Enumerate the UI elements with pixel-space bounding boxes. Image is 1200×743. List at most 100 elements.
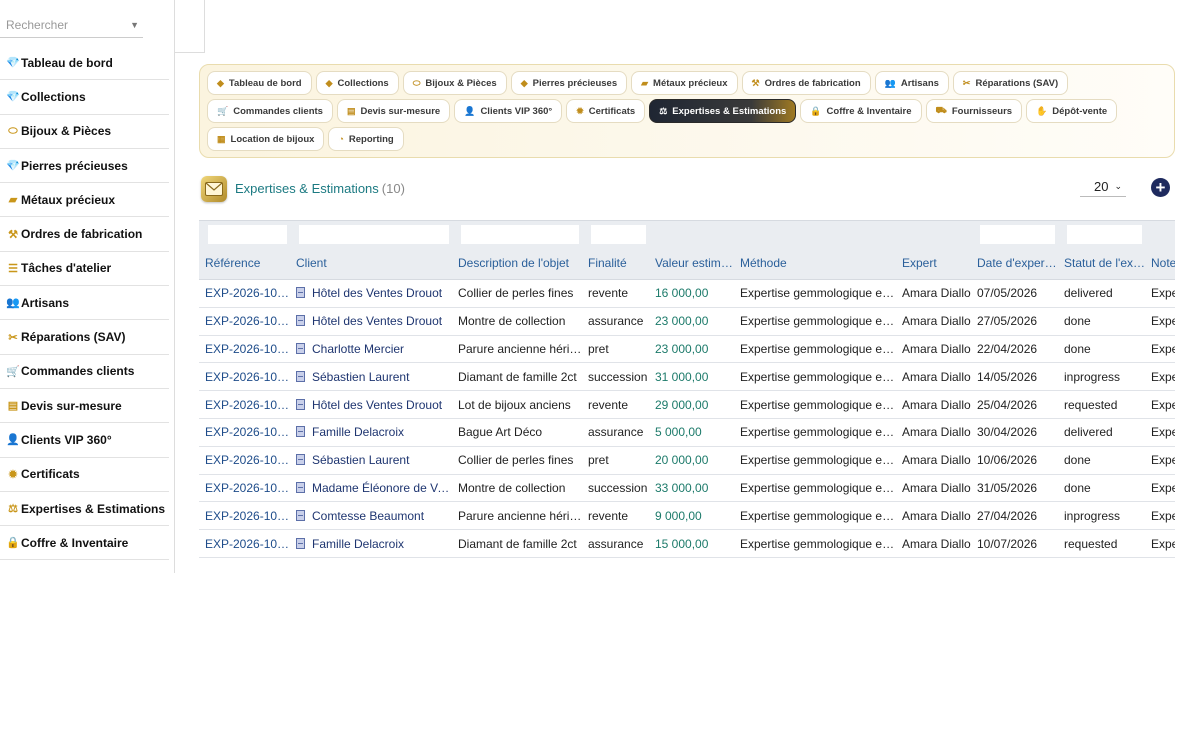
- column-header[interactable]: Client: [290, 247, 452, 280]
- table-row[interactable]: EXP-2026-1009 Hôtel des Ventes Drouot Mont…: [199, 307, 1175, 336]
- table-row[interactable]: EXP-2026-1008 Charlotte Mercier Parure anc…: [199, 335, 1175, 364]
- column-filter-input[interactable]: [980, 224, 1055, 244]
- column-header[interactable]: Date d'expertise: [971, 247, 1058, 280]
- tab-0-4[interactable]: ▰ Métaux précieux: [631, 71, 738, 95]
- search-input[interactable]: [0, 14, 120, 36]
- column-header[interactable]: Statut de l'expertise: [1058, 247, 1145, 280]
- filter-cell: [582, 220, 649, 248]
- client-name[interactable]: Sébastien Laurent: [312, 370, 409, 384]
- tab-1-7[interactable]: ✋ Dépôt-vente: [1026, 99, 1118, 123]
- column-header[interactable]: Finalité: [582, 247, 649, 280]
- table-cell[interactable]: Hôtel des Ventes Drouot: [290, 307, 452, 336]
- sidebar-item-11[interactable]: 👤 Clients VIP 360°: [0, 423, 169, 458]
- client-name[interactable]: Hôtel des Ventes Drouot: [312, 314, 442, 328]
- table-cell[interactable]: Sébastien Laurent: [290, 446, 452, 475]
- table-row[interactable]: EXP-2026-1006 Hôtel des Ventes Drouot Lot …: [199, 390, 1175, 419]
- sidebar-item-8[interactable]: ✂ Réparations (SAV): [0, 320, 169, 355]
- sidebar-item-10[interactable]: ▤ Devis sur-mesure: [0, 389, 169, 424]
- column-filter-input[interactable]: [299, 224, 449, 244]
- sidebar-item-9[interactable]: 🛒 Commandes clients: [0, 355, 169, 389]
- table-cell[interactable]: Famille Delacroix: [290, 418, 452, 447]
- chevron-down-icon[interactable]: ▼: [130, 20, 139, 30]
- table-cell[interactable]: EXP-2026-1008: [199, 335, 290, 364]
- tab-1-0[interactable]: 🛒 Commandes clients: [207, 99, 333, 123]
- tab-1-2[interactable]: 👤 Clients VIP 360°: [454, 99, 563, 123]
- tab-1-6[interactable]: ⛟ Fournisseurs: [925, 99, 1023, 123]
- client-name[interactable]: Madame Éléonore de Valois: [312, 481, 452, 495]
- table-cell[interactable]: Hôtel des Ventes Drouot: [290, 390, 452, 419]
- table-cell: done: [1058, 307, 1145, 336]
- table-cell[interactable]: Madame Éléonore de Valois: [290, 474, 452, 503]
- column-filter-input[interactable]: [461, 224, 579, 244]
- table-row[interactable]: EXP-2026-1007 Sébastien Laurent Diamant de…: [199, 362, 1175, 392]
- client-name[interactable]: Sébastien Laurent: [312, 453, 409, 467]
- tab-0-6[interactable]: 👥 Artisans: [874, 71, 949, 95]
- client-name[interactable]: Famille Delacroix: [312, 425, 404, 439]
- table-cell[interactable]: Hôtel des Ventes Drouot: [290, 279, 452, 308]
- table-cell[interactable]: EXP-2026-1003: [199, 474, 290, 503]
- tab-1-5[interactable]: 🔒 Coffre & Inventaire: [800, 99, 922, 123]
- table-cell[interactable]: Comtesse Beaumont: [290, 501, 452, 531]
- column-header[interactable]: Notes: [1145, 247, 1175, 280]
- table-cell[interactable]: Charlotte Mercier: [290, 335, 452, 364]
- sidebar-item-14[interactable]: 🔒 Coffre & Inventaire: [0, 526, 169, 561]
- sidebar-item-7[interactable]: 👥 Artisans: [0, 286, 169, 321]
- sidebar-item-13[interactable]: ⚖ Expertises & Estimations: [0, 492, 169, 527]
- search-box[interactable]: ▼: [0, 14, 143, 38]
- table-row[interactable]: EXP-2026-1003 Madame Éléonore de Valois Mo…: [199, 474, 1175, 503]
- sidebar-item-0[interactable]: 💎 Tableau de bord: [0, 46, 169, 81]
- tab-0-3[interactable]: ◆ Pierres précieuses: [510, 71, 628, 95]
- tab-1-4[interactable]: ⚖ Expertises & Estimations: [649, 99, 797, 123]
- table-row[interactable]: EXP-2026-1005 Famille Delacroix Bague Art …: [199, 418, 1175, 447]
- tab-1-1[interactable]: ▤ Devis sur-mesure: [336, 99, 451, 123]
- table-cell[interactable]: EXP-2026-1007: [199, 362, 290, 392]
- table-row[interactable]: EXP-2026-1010 Hôtel des Ventes Drouot Coll…: [199, 279, 1175, 308]
- column-header[interactable]: Valeur estimée: [649, 247, 734, 280]
- column-filter-input[interactable]: [1067, 224, 1142, 244]
- tab-2-0[interactable]: ▦ Location de bijoux: [207, 127, 325, 151]
- sidebar-item-6[interactable]: ☰ Tâches d'atelier: [0, 252, 169, 287]
- sidebar-item-4[interactable]: ▰ Métaux précieux: [0, 183, 169, 218]
- table-row[interactable]: EXP-2026-1004 Sébastien Laurent Collier de…: [199, 446, 1175, 475]
- tab-0-2[interactable]: ⬭ Bijoux & Pièces: [402, 71, 507, 95]
- sidebar-item-2[interactable]: ⬭ Bijoux & Pièces: [0, 115, 169, 149]
- table-cell[interactable]: EXP-2026-1006: [199, 390, 290, 419]
- client-name[interactable]: Famille Delacroix: [312, 537, 404, 551]
- tab-0-0[interactable]: ◆ Tableau de bord: [207, 71, 312, 95]
- column-header[interactable]: Expert: [896, 247, 971, 280]
- table-cell: Lot de bijoux anciens: [452, 390, 582, 419]
- column-header[interactable]: Description de l'objet: [452, 247, 582, 280]
- add-record-button[interactable]: +: [1151, 178, 1170, 197]
- table-cell[interactable]: EXP-2026-1004: [199, 446, 290, 475]
- tab-1-3[interactable]: ✹ Certificats: [566, 99, 646, 123]
- column-filter-input[interactable]: [591, 224, 646, 244]
- table-cell[interactable]: Famille Delacroix: [290, 529, 452, 558]
- table-cell[interactable]: EXP-2026-1002: [199, 501, 290, 531]
- sidebar-item-5[interactable]: ⚒ Ordres de fabrication: [0, 217, 169, 252]
- client-name[interactable]: Hôtel des Ventes Drouot: [312, 398, 442, 412]
- sidebar-item-3[interactable]: 💎 Pierres précieuses: [0, 149, 169, 184]
- tab-0-1[interactable]: ◆ Collections: [315, 71, 399, 95]
- client-name[interactable]: Comtesse Beaumont: [312, 509, 424, 523]
- tab-2-1[interactable]: ◔ Reporting: [328, 127, 404, 151]
- table-cell[interactable]: EXP-2026-1005: [199, 418, 290, 447]
- sidebar-item-12[interactable]: ✹ Certificats: [0, 458, 169, 492]
- table-row[interactable]: EXP-2026-1002 Comtesse Beaumont Parure anc…: [199, 501, 1175, 531]
- table-cell[interactable]: EXP-2026-1001: [199, 529, 290, 558]
- tab-0-5[interactable]: ⚒ Ordres de fabrication: [741, 71, 871, 95]
- tab-0-7[interactable]: ✂ Réparations (SAV): [952, 71, 1069, 95]
- table-row[interactable]: EXP-2026-1001 Famille Delacroix Diamant de…: [199, 529, 1175, 558]
- client-name[interactable]: Hôtel des Ventes Drouot: [312, 286, 442, 300]
- sidebar-item-label: Tableau de bord: [21, 55, 113, 70]
- table-cell[interactable]: EXP-2026-1010: [199, 279, 290, 308]
- column-filter-input[interactable]: [208, 224, 287, 244]
- sidebar-item-1[interactable]: 💎 Collections: [0, 80, 169, 115]
- column-header[interactable]: Référence: [199, 247, 290, 280]
- page-size-select[interactable]: 20 ⌄: [1080, 177, 1126, 197]
- tab-label: Fournisseurs: [951, 105, 1013, 117]
- client-name[interactable]: Charlotte Mercier: [312, 342, 404, 356]
- table-cell: requested: [1058, 390, 1145, 419]
- table-cell[interactable]: Sébastien Laurent: [290, 362, 452, 392]
- table-cell[interactable]: EXP-2026-1009: [199, 307, 290, 336]
- column-header[interactable]: Méthode: [734, 247, 896, 280]
